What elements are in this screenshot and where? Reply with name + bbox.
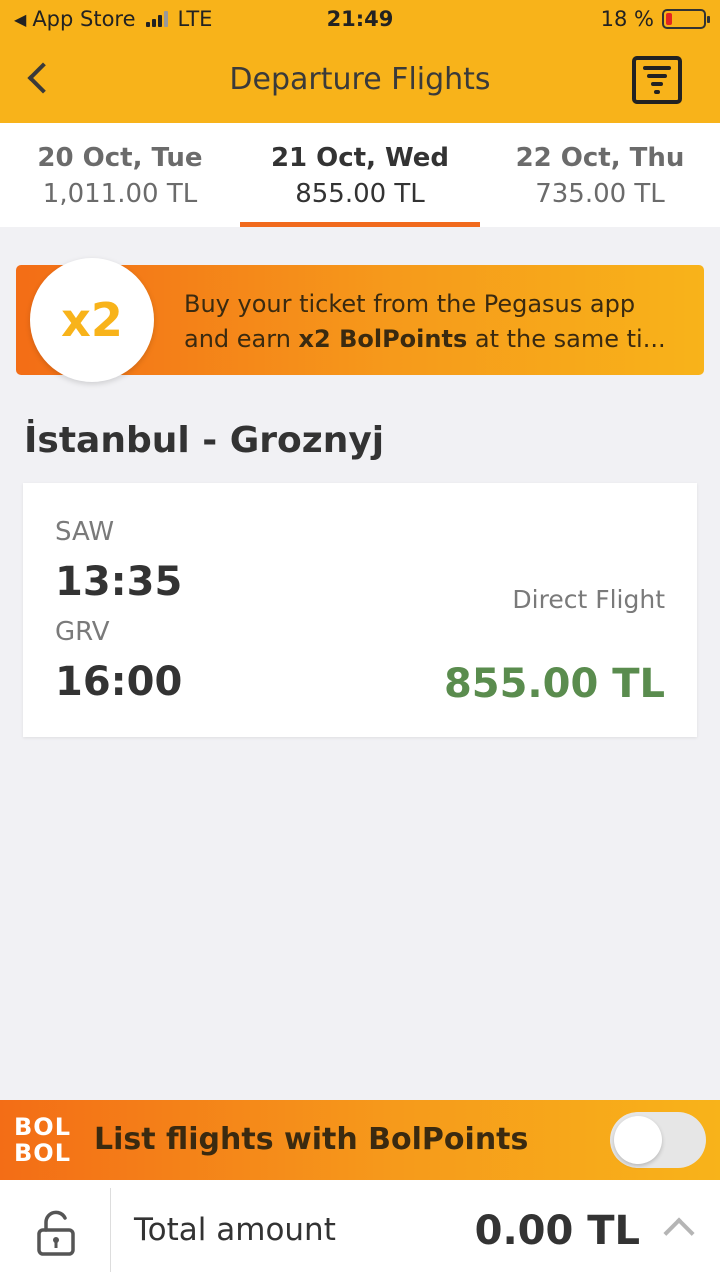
tab-price: 1,011.00 TL [42, 179, 198, 209]
route-title: İstanbul - Groznyj [24, 420, 385, 461]
battery-percent: 18 % [600, 7, 654, 31]
arrival-time: 16:00 [55, 659, 183, 705]
promo-text: Buy your ticket from the Pegasus app and… [184, 287, 684, 357]
total-bar: Total amount 0.00 TL [0, 1180, 720, 1280]
total-label: Total amount [134, 1212, 336, 1248]
toggle-knob [614, 1116, 662, 1164]
divider [110, 1188, 111, 1272]
promo-line-2: and earn x2 BolPoints at the same ti... [184, 322, 684, 357]
bolpoints-toggle[interactable] [610, 1112, 706, 1168]
tab-price: 855.00 TL [295, 179, 425, 209]
promo-line-1: Buy your ticket from the Pegasus app [184, 290, 636, 318]
page-title: Departure Flights [229, 62, 491, 97]
chevron-up-icon[interactable] [663, 1217, 695, 1249]
total-value: 0.00 TL [474, 1208, 640, 1254]
bolbol-logo-line-1: BOL [14, 1113, 71, 1141]
flight-card[interactable]: SAW 13:35 GRV 16:00 Direct Flight 855.00… [23, 483, 697, 737]
promo-line-2-prefix: and earn [184, 325, 299, 353]
date-tab-1[interactable]: 21 Oct, Wed 855.00 TL [240, 123, 480, 227]
tab-date: 20 Oct, Tue [37, 143, 203, 173]
filter-button[interactable] [632, 56, 682, 104]
bolpoints-bar: BOL BOL List flights with BolPoints [0, 1100, 720, 1180]
status-right: 18 % [600, 7, 710, 31]
date-tabs: 20 Oct, Tue 1,011.00 TL 21 Oct, Wed 855.… [0, 123, 720, 227]
x2-badge: x2 [30, 258, 154, 382]
arrival-code: GRV [55, 617, 110, 647]
flight-type: Direct Flight [512, 585, 665, 614]
tab-price: 735.00 TL [535, 179, 665, 209]
bolpoints-label: List flights with BolPoints [94, 1122, 529, 1157]
date-tab-2[interactable]: 22 Oct, Thu 735.00 TL [480, 123, 720, 227]
lock-icon[interactable] [36, 1210, 76, 1256]
flight-price: 855.00 TL [443, 661, 665, 707]
filter-icon [643, 66, 671, 70]
bolbol-logo-line-2: BOL [14, 1139, 71, 1167]
tab-date: 22 Oct, Thu [515, 143, 685, 173]
date-tab-0[interactable]: 20 Oct, Tue 1,011.00 TL [0, 123, 240, 227]
promo-line-2-bold: x2 BolPoints [298, 325, 468, 353]
battery-icon [662, 9, 710, 29]
nav-bar: Departure Flights [0, 40, 720, 123]
departure-code: SAW [55, 517, 115, 547]
tab-date: 21 Oct, Wed [270, 143, 450, 173]
status-bar: ◀ App Store LTE 21:49 18 % [0, 0, 720, 40]
departure-time: 13:35 [55, 559, 183, 605]
promo-banner[interactable]: x2 Buy your ticket from the Pegasus app … [16, 258, 704, 382]
top-bar: ◀ App Store LTE 21:49 18 % Departure Fli… [0, 0, 720, 123]
promo-line-2-suffix: at the same ti... [467, 325, 666, 353]
bolbol-logo: BOL BOL [14, 1114, 78, 1170]
battery-level [666, 13, 672, 25]
